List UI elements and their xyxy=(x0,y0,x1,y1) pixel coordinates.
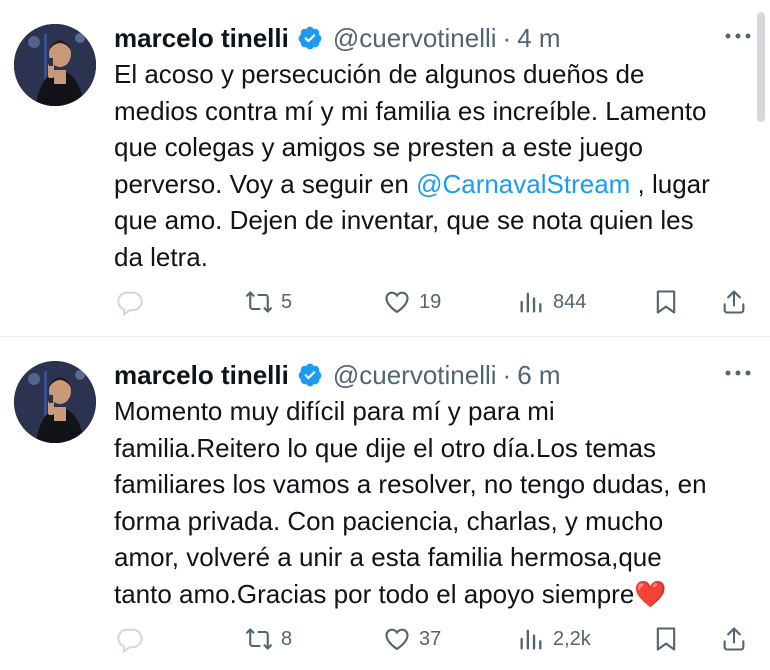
views-button[interactable]: 2,2k xyxy=(517,619,591,659)
reply-icon xyxy=(117,291,143,316)
more-icon[interactable] xyxy=(724,367,752,379)
verified-badge-icon xyxy=(297,362,323,388)
tweet-text-line: forma privada. Con paciencia, charlas, y… xyxy=(114,505,664,536)
share-icon xyxy=(723,290,745,314)
like-count: 37 xyxy=(419,627,442,650)
author-handle[interactable]: @cuervotinelli xyxy=(333,360,497,391)
action-bar: 5 19 844 xyxy=(0,282,770,322)
author-name[interactable]: marcelo tinelli xyxy=(114,360,289,391)
tweet-text-segment: tanto amo.Gracias por todo el apoyo siem… xyxy=(114,578,635,609)
tweet-text-line: que amo. Dejen de inventar, que se nota … xyxy=(114,205,694,235)
separator: · xyxy=(502,22,512,53)
heart-emoji: ❤️ xyxy=(634,578,667,609)
retweet-count: 8 xyxy=(281,627,293,650)
tweet[interactable]: marcelo tinelli @cuervotinelli · 4 m El … xyxy=(0,0,770,337)
views-count: 2,2k xyxy=(553,627,591,650)
bookmark-button[interactable] xyxy=(652,619,680,659)
more-icon[interactable] xyxy=(724,30,752,42)
tweet-header: marcelo tinelli @cuervotinelli · 4 m xyxy=(114,18,704,58)
views-button[interactable]: 844 xyxy=(517,282,586,322)
scrollbar[interactable] xyxy=(757,12,765,122)
retweet-count: 5 xyxy=(281,290,293,313)
tweet-text-line: medios contra mí y mi familia es increíb… xyxy=(114,95,707,126)
reply-button[interactable] xyxy=(116,282,144,322)
timestamp[interactable]: 6 m xyxy=(517,360,560,391)
author-handle[interactable]: @cuervotinelli xyxy=(333,23,497,54)
tweet-text-segment: perverso. Voy a seguir en xyxy=(114,168,417,199)
tweet-text-line: El acoso y persecución de algunos dueños… xyxy=(114,59,645,89)
share-button[interactable] xyxy=(720,619,748,659)
retweet-icon xyxy=(246,291,272,313)
retweet-button[interactable]: 5 xyxy=(245,282,292,322)
separator: · xyxy=(502,359,512,390)
tweet-text-line: familia.Reitero lo que dije el otro día.… xyxy=(114,432,656,463)
share-icon xyxy=(723,627,745,651)
bookmark-icon xyxy=(656,290,676,314)
reply-icon xyxy=(117,628,143,653)
like-button[interactable]: 19 xyxy=(383,282,441,322)
bookmark-icon xyxy=(656,627,676,651)
avatar[interactable] xyxy=(14,24,96,106)
tweet-text: El acoso y persecución de algunos dueños… xyxy=(114,56,734,275)
tweet-text-line: que colegas y amigos se presten a este j… xyxy=(114,132,644,162)
tweet[interactable]: marcelo tinelli @cuervotinelli · 6 m Mom… xyxy=(0,337,770,670)
views-count: 844 xyxy=(553,290,587,313)
share-button[interactable] xyxy=(720,282,748,322)
author-name[interactable]: marcelo tinelli xyxy=(114,23,289,54)
tweet-text-line: perverso. Voy a seguir en @CarnavalStrea… xyxy=(114,166,734,203)
avatar[interactable] xyxy=(14,361,96,443)
retweet-icon xyxy=(246,628,272,650)
tweet-text: Momento muy difícil para mí y para mi fa… xyxy=(114,393,734,612)
tweet-text-segment: , lugar xyxy=(630,168,710,199)
tweet-header: marcelo tinelli @cuervotinelli · 6 m xyxy=(114,355,704,395)
timestamp[interactable]: 4 m xyxy=(517,23,560,54)
tweet-text-line: familiares los vamos a resolver, no teng… xyxy=(114,469,707,499)
like-icon xyxy=(385,291,409,314)
views-icon xyxy=(520,292,542,313)
action-bar: 8 37 2,2k xyxy=(0,619,770,659)
tweet-text-line: Momento muy difícil para mí y para mi xyxy=(114,396,555,426)
reply-button[interactable] xyxy=(116,619,144,659)
retweet-button[interactable]: 8 xyxy=(245,619,292,659)
avatar-image xyxy=(14,24,96,106)
verified-badge-icon xyxy=(297,25,323,51)
like-button[interactable]: 37 xyxy=(383,619,441,659)
tweet-text-line: da letra. xyxy=(114,241,208,272)
like-icon xyxy=(385,628,409,651)
views-icon xyxy=(520,629,542,650)
tweet-text-line: tanto amo.Gracias por todo el apoyo siem… xyxy=(114,576,734,613)
like-count: 19 xyxy=(419,290,442,313)
mention-link[interactable]: @CarnavalStream xyxy=(416,169,630,199)
tweet-text-line: amor, volveré a unir a esta familia herm… xyxy=(114,542,662,572)
avatar-image xyxy=(14,361,96,443)
bookmark-button[interactable] xyxy=(652,282,680,322)
